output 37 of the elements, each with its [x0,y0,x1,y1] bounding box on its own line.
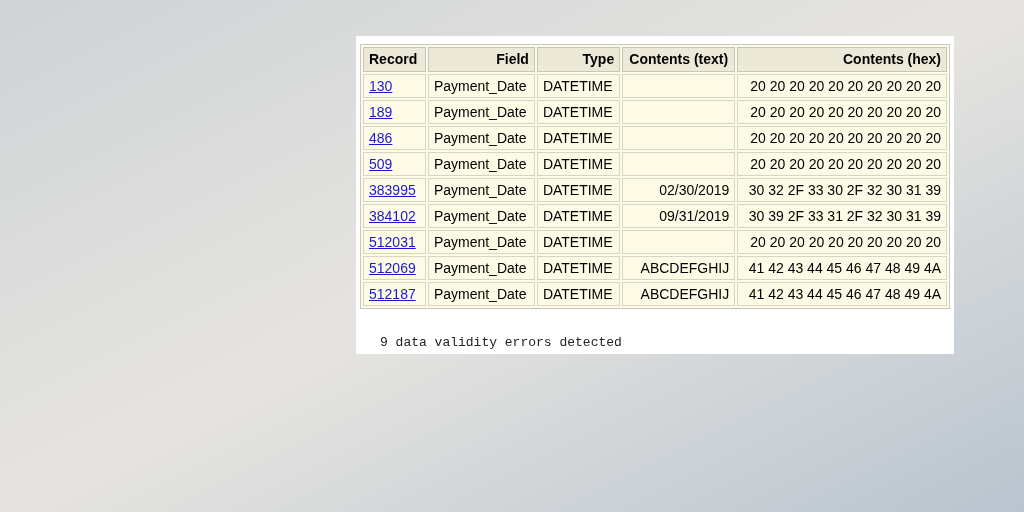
table-cell: DATETIME [542,129,613,146]
table-cell: ABCDEFGHIJ [640,285,730,302]
table-cell: Payment_Date [433,285,527,302]
table-cell: 41 42 43 44 45 46 47 48 49 4A [748,285,941,302]
table-cell: 41 42 43 44 45 46 47 48 49 4A [748,259,941,276]
column-header: Contents (text) [622,47,736,72]
table-cell: DATETIME [542,181,613,198]
table-cell: Payment_Date [433,77,527,94]
table-cell: DATETIME [542,103,613,120]
table-cell: 09/31/2019 [659,207,730,224]
table-cell: 20 20 20 20 20 20 20 20 20 20 [750,103,941,120]
table-cell: 20 20 20 20 20 20 20 20 20 20 [750,129,941,146]
table-cell: Payment_Date [433,181,527,198]
column-header: Field [427,47,535,72]
table-cell: DATETIME [542,77,613,94]
column-header: Type [536,47,621,72]
table-cell: Payment_Date [433,129,527,146]
table-cell: DATETIME [542,233,613,250]
table-cell: 30 32 2F 33 30 2F 32 30 31 39 [748,181,941,198]
table-cell: 20 20 20 20 20 20 20 20 20 20 [750,155,941,172]
table-cell: Payment_Date [433,233,527,250]
table-cell: 20 20 20 20 20 20 20 20 20 20 [750,233,941,250]
table-cell: Payment_Date [433,103,527,120]
table-cell: DATETIME [542,155,613,172]
column-header: Record [363,47,426,72]
table-cell: ABCDEFGHIJ [640,259,730,276]
table-cell: 30 39 2F 33 31 2F 32 30 31 39 [748,207,941,224]
table-cell: DATETIME [542,207,613,224]
table-cell: Payment_Date [433,207,527,224]
table-cell: DATETIME [542,259,613,276]
summary-text: 9 data validity errors detected [380,335,622,350]
table-cell: DATETIME [542,285,613,302]
table-cell: Payment_Date [433,259,527,276]
table-cell: Payment_Date [433,155,527,172]
table-cell: 20 20 20 20 20 20 20 20 20 20 [750,77,941,94]
column-header: Contents (hex) [737,47,947,72]
table-cell: 02/30/2019 [659,181,730,198]
